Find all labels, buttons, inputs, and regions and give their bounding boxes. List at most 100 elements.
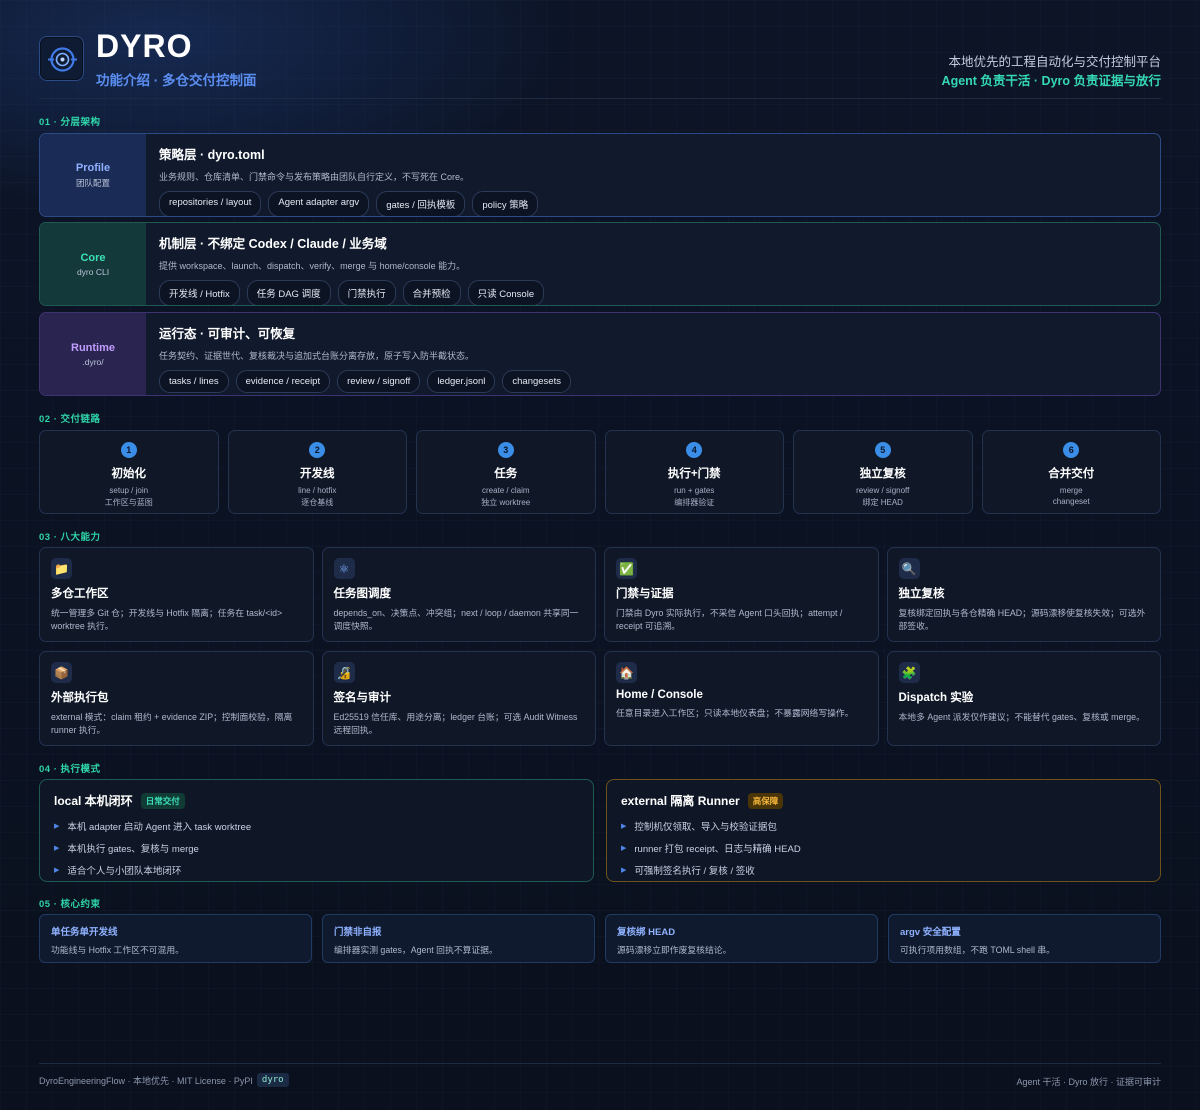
- lock-icon: 🔏: [333, 662, 355, 683]
- layer-chip: evidence / receipt: [235, 370, 331, 393]
- step-command: merge: [1059, 486, 1083, 495]
- layer-title: 机制层 · 不绑定 Codex / Claude / 业务域: [159, 237, 387, 251]
- mode-title: external 隔离 Runner: [621, 794, 740, 808]
- pipeline-step: 6 合并交付 merge changeset: [981, 430, 1161, 514]
- capability-title: 外部执行包: [51, 692, 109, 704]
- layer-title: 运行态 · 可审计、可恢复: [159, 327, 296, 341]
- layer-desc: 提供 workspace、launch、dispatch、verify、merg…: [159, 261, 466, 271]
- capability-title: 门禁与证据: [616, 588, 674, 600]
- bullet-triangle-icon: ▶: [54, 845, 60, 852]
- step-command: line / hotfix: [298, 486, 337, 495]
- layer-sub: dyro CLI: [76, 266, 110, 277]
- layer-desc: 业务规则、仓库清单、门禁命令与发布策略由团队自行定义，不写死在 Core。: [159, 172, 470, 182]
- layer-chip: 门禁执行: [337, 280, 396, 305]
- capability-card: ⚛ 任务图调度 depends_on、决策点、冲突组；next / loop /…: [321, 547, 596, 642]
- layer-chip: changesets: [502, 370, 571, 393]
- layer-sub: 团队配置: [75, 177, 110, 188]
- mode-card-local: local 本机闭环 日常交付 ▶ 本机 adapter 启动 Agent 进入 …: [39, 779, 594, 882]
- constraint-title: 单任务单开发线: [51, 927, 118, 938]
- brand-name: DYRO: [96, 28, 193, 64]
- step-title: 独立复核: [859, 468, 906, 480]
- step-number: 6: [1063, 442, 1080, 458]
- step-number: 1: [120, 442, 137, 458]
- step-title: 初始化: [111, 468, 147, 480]
- capability-title: Dispatch 实验: [898, 692, 974, 704]
- step-title: 执行+门禁: [667, 468, 721, 480]
- constraint-title: 门禁非自报: [334, 927, 382, 938]
- capability-desc: 统一管理多 Git 仓；开发线与 Hotfix 隔离；任务在 task/<id>…: [51, 608, 283, 631]
- capability-desc: 复核绑定回执与各仓精确 HEAD；源码漂移使复核失效；可选外部签收。: [898, 608, 1146, 631]
- layer-chip: tasks / lines: [159, 370, 229, 393]
- mode-item-text: runner 打包 receipt、日志与精确 HEAD: [634, 844, 801, 855]
- capability-desc: Ed25519 信任库、用途分离；ledger 台账；可选 Audit Witn…: [333, 712, 578, 735]
- section-label-constraints: 05 · 核心约束: [39, 899, 101, 910]
- mode-item-text: 本机 adapter 启动 Agent 进入 task worktree: [67, 822, 252, 833]
- bullet-triangle-icon: ▶: [621, 845, 627, 852]
- capability-card: 🏠 Home / Console 任意目录进入工作区；只读本地仪表盘；不暴露网络…: [604, 651, 879, 746]
- layer-chip: Agent adapter argv: [268, 191, 370, 216]
- capability-desc: 门禁由 Dyro 实际执行，不采信 Agent 口头回执；attempt / r…: [616, 608, 843, 631]
- bullet-triangle-icon: ▶: [621, 823, 627, 830]
- header-divider: [39, 98, 1161, 99]
- constraint-desc: 编排器实测 gates，Agent 回执不算证据。: [334, 945, 498, 955]
- layer-desc: 任务契约、证据世代、复核裁决与追加式台账分离存放，原子写入防半截状态。: [159, 351, 475, 361]
- layer-chip: gates / 回执模板: [376, 191, 466, 216]
- layer-chip: review / signoff: [337, 370, 421, 393]
- package-icon: 📦: [51, 662, 72, 683]
- pipeline-steps: 1 初始化 setup / join 工作区与蓝图 2 开发线 line / h…: [39, 430, 1161, 514]
- layer-title: 策略层 · dyro.toml: [159, 148, 265, 162]
- step-title: 合并交付: [1048, 468, 1095, 480]
- mode-badge: 日常交付: [140, 792, 185, 809]
- mode-item: ▶ 可强制签名执行 / 复核 / 签收: [621, 863, 1146, 877]
- step-detail: 绑定 HEAD: [862, 498, 903, 507]
- layer-chip: 开发线 / Hotfix: [159, 280, 240, 305]
- layer-chip: 任务 DAG 调度: [246, 280, 331, 305]
- step-title: 开发线: [300, 468, 335, 480]
- layer-chip: 合并预检: [402, 280, 461, 305]
- constraint-row: 单任务单开发线 功能线与 Hotfix 工作区不可混用。 门禁非自报 编排器实测…: [39, 914, 1161, 963]
- capability-card: 🔍 独立复核 复核绑定回执与各仓精确 HEAD；源码漂移使复核失效；可选外部签收…: [886, 547, 1161, 642]
- capability-title: 多仓工作区: [51, 588, 109, 600]
- dyro-logo-icon: [39, 36, 84, 81]
- puzzle-icon: 🧩: [898, 662, 920, 683]
- footer-left: DyroEngineeringFlow · 本地优先 · MIT License…: [39, 1073, 289, 1087]
- section-label-modes: 04 · 执行模式: [39, 764, 101, 775]
- capability-title: 签名与审计: [333, 692, 392, 704]
- check-icon: ✅: [616, 558, 637, 579]
- step-detail: 编排器验证: [674, 498, 715, 507]
- step-detail: 逐仓基线: [301, 498, 334, 507]
- bullet-triangle-icon: ▶: [54, 867, 60, 874]
- pipeline-step: 3 任务 create / claim 独立 worktree: [416, 430, 596, 514]
- footer-divider: [39, 1063, 1161, 1064]
- capability-grid: 📁 多仓工作区 统一管理多 Git 仓；开发线与 Hotfix 隔离；任务在 t…: [39, 547, 1161, 746]
- layer-sub: .dyro/: [82, 356, 104, 367]
- constraint-card: argv 安全配置 可执行项用数组，不跑 TOML shell 串。: [888, 914, 1161, 963]
- section-label-architecture: 01 · 分层架构: [39, 117, 101, 128]
- mode-item: ▶ 控制机仅领取、导入与校验证据包: [621, 819, 1146, 833]
- layer-chip: policy 策略: [472, 191, 539, 216]
- layer-name: Runtime: [71, 341, 115, 354]
- layer-card-profile: Profile 团队配置 策略层 · dyro.toml 业务规则、仓库清单、门…: [39, 133, 1161, 217]
- mode-badge: 高保障: [747, 792, 784, 809]
- page-header: DYRO 功能介绍 · 多仓交付控制面 本地优先的工程自动化与交付控制平台 Ag…: [39, 28, 1161, 100]
- capability-title: 独立复核: [898, 588, 945, 600]
- tagline-secondary: Agent 负责干活 · Dyro 负责证据与放行: [941, 74, 1161, 88]
- constraint-card: 单任务单开发线 功能线与 Hotfix 工作区不可混用。: [39, 914, 312, 963]
- section-label-capabilities: 03 · 八大能力: [39, 532, 101, 543]
- pipeline-step: 1 初始化 setup / join 工作区与蓝图: [39, 430, 219, 514]
- step-command: setup / join: [109, 486, 149, 495]
- mode-item-text: 可强制签名执行 / 复核 / 签收: [634, 866, 755, 877]
- bullet-triangle-icon: ▶: [54, 823, 60, 830]
- mode-card-external: external 隔离 Runner 高保障 ▶ 控制机仅领取、导入与校验证据包 …: [606, 779, 1161, 882]
- step-number: 5: [874, 442, 891, 458]
- bullet-triangle-icon: ▶: [621, 867, 627, 874]
- layer-side-core: Core dyro CLI: [40, 223, 146, 305]
- mode-item-text: 本机执行 gates、复核与 merge: [67, 844, 199, 855]
- section-label-pipeline: 02 · 交付链路: [39, 414, 101, 425]
- layer-name: Profile: [75, 161, 111, 174]
- mode-item: ▶ 适合个人与小团队本地闭环: [54, 863, 579, 877]
- layer-chip: ledger.jsonl: [427, 370, 496, 393]
- layer-chip: 只读 Console: [467, 280, 545, 305]
- mode-item: ▶ 本机 adapter 启动 Agent 进入 task worktree: [54, 819, 579, 833]
- layer-side-profile: Profile 团队配置: [40, 134, 146, 216]
